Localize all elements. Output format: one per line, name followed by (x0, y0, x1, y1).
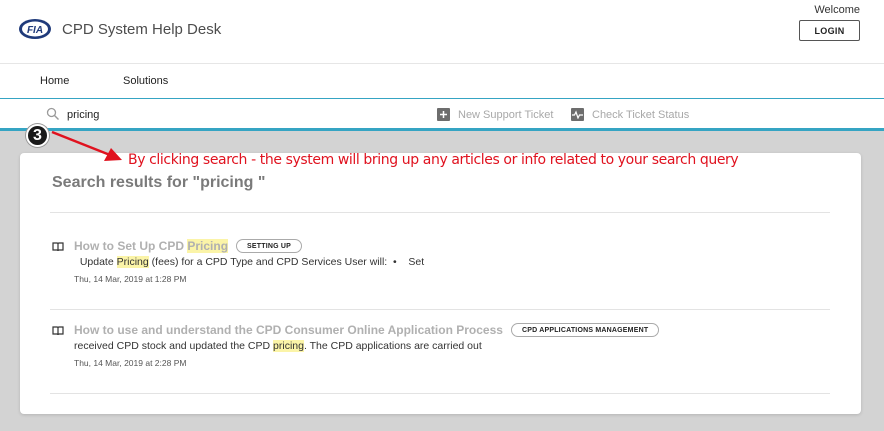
new-support-ticket-link[interactable]: New Support Ticket (437, 108, 553, 121)
article-book-icon (52, 242, 64, 252)
divider (50, 393, 830, 394)
check-ticket-status-link[interactable]: Check Ticket Status (571, 108, 689, 121)
category-tag[interactable]: SETTING UP (236, 239, 303, 253)
result-title-link[interactable]: How to use and understand the CPD Consum… (74, 323, 503, 337)
search-input[interactable] (67, 106, 367, 124)
header: FIA CPD System Help Desk Welcome LOGIN (0, 0, 884, 64)
annotation-arrow-icon (51, 130, 122, 161)
result-title-highlight: Pricing (187, 239, 229, 253)
search-icon[interactable] (46, 107, 60, 121)
page-title: CPD System Help Desk (62, 21, 222, 38)
search-results-heading: Search results for "pricing " (52, 174, 266, 191)
result-title-link[interactable]: How to Set Up CPD Pricing (74, 239, 229, 253)
new-support-ticket-label: New Support Ticket (458, 108, 554, 121)
divider (50, 309, 830, 310)
snippet-text: received CPD stock and updated the CPD (74, 340, 274, 352)
result-date: Thu, 14 Mar, 2019 at 1:28 PM (74, 274, 187, 284)
snippet-highlight: pricing (273, 340, 304, 352)
check-ticket-status-label: Check Ticket Status (592, 108, 690, 121)
annotation-text: By clicking search - the system will bri… (128, 152, 739, 168)
logo-text: FIA (27, 25, 43, 36)
category-tag[interactable]: CPD APPLICATIONS MANAGEMENT (510, 323, 660, 337)
result-snippet: received CPD stock and updated the CPD p… (74, 340, 482, 352)
fia-logo[interactable]: FIA (18, 18, 52, 40)
article-book-icon (52, 326, 64, 336)
snippet-text: Update (74, 256, 117, 268)
result-date: Thu, 14 Mar, 2019 at 2:28 PM (74, 358, 187, 368)
step-number-badge: 3 (26, 124, 49, 147)
snippet-text: . The CPD applications are carried out (303, 340, 482, 352)
search-results-card: Search results for "pricing " How to Set… (20, 153, 861, 414)
snippet-highlight: Pricing (116, 256, 149, 268)
search-bar: New Support Ticket Check Ticket Status (0, 99, 884, 131)
result-title-text: How to Set Up CPD (74, 239, 188, 253)
nav-solutions[interactable]: Solutions (123, 75, 168, 87)
result-snippet: Update Pricing (fees) for a CPD Type and… (74, 256, 424, 268)
snippet-text: (fees) for a CPD Type and CPD Services U… (148, 256, 425, 268)
pulse-icon (571, 108, 584, 121)
result-title-text: How to use and understand the CPD Consum… (74, 323, 503, 337)
top-nav: Home Solutions (0, 64, 884, 99)
login-button[interactable]: LOGIN (799, 20, 860, 41)
divider (50, 212, 830, 213)
nav-home[interactable]: Home (40, 75, 69, 87)
welcome-text: Welcome (814, 4, 860, 16)
plus-icon (437, 108, 450, 121)
